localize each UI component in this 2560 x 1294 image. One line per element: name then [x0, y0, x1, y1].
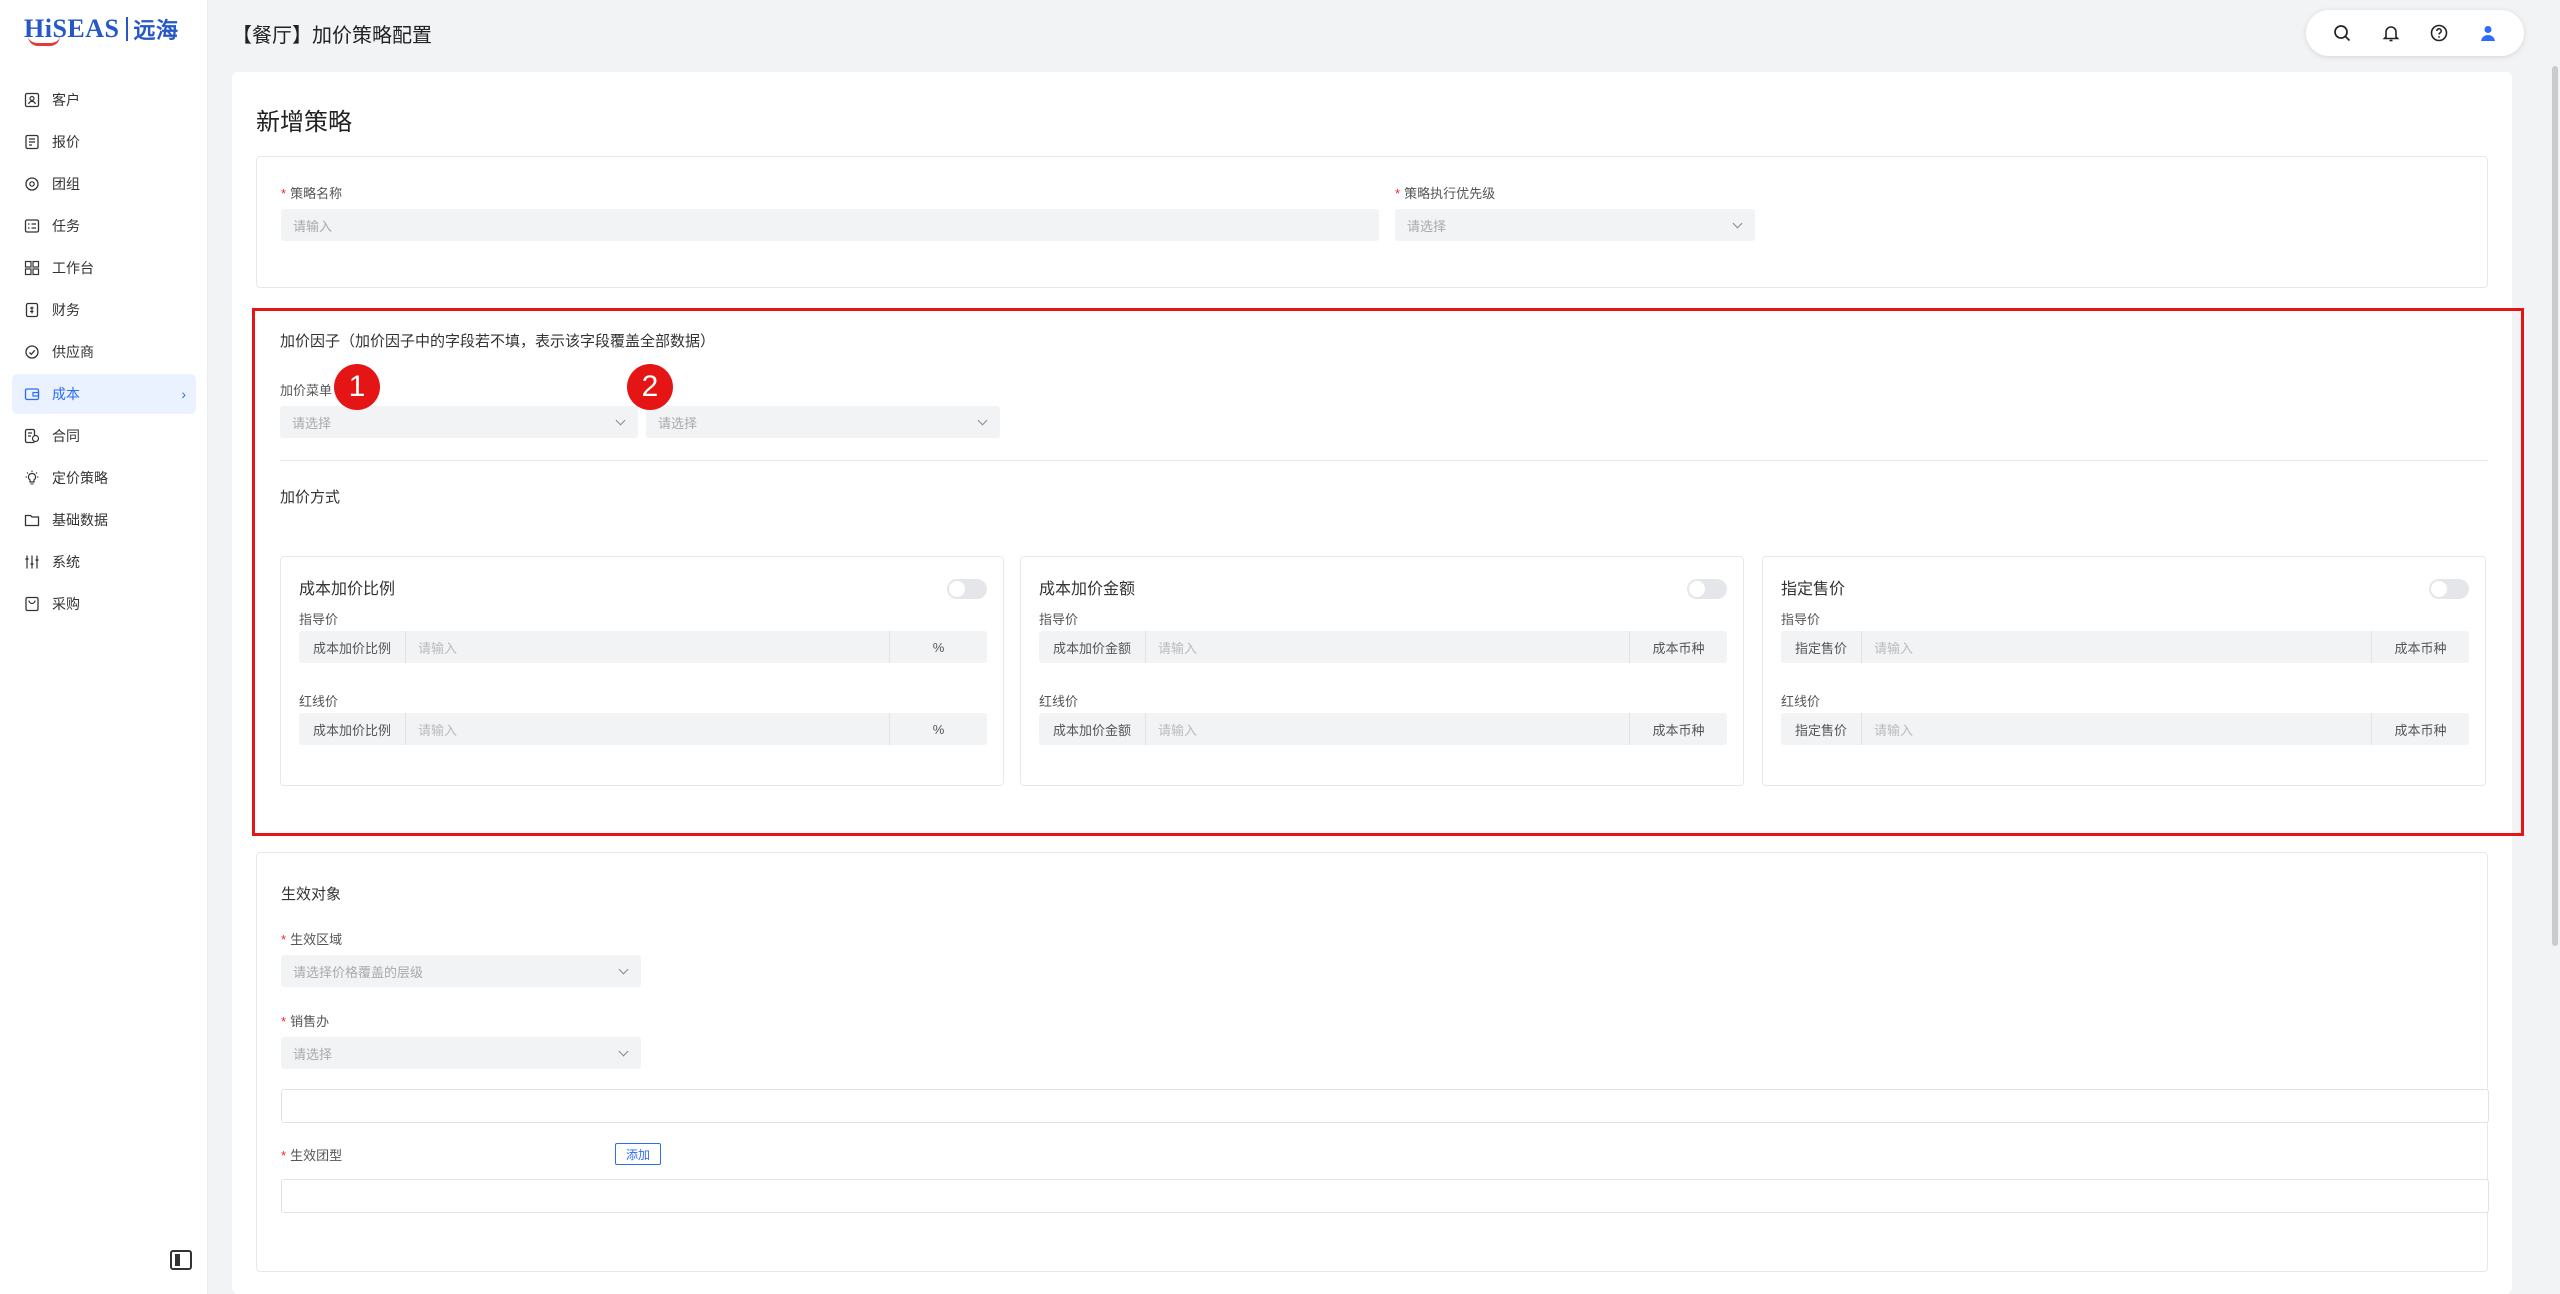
- top-toolbar: [2306, 10, 2524, 56]
- office-selected-field[interactable]: [281, 1089, 2489, 1123]
- top-header: 【餐厅】加价策略配置: [208, 0, 2560, 66]
- brand-name-cn: 远海: [133, 18, 179, 43]
- strategy-name-input[interactable]: 请输入: [281, 209, 1379, 241]
- sidebar-collapse-icon[interactable]: [170, 1250, 192, 1270]
- target-title: 生效对象: [281, 886, 342, 903]
- user-avatar-icon[interactable]: [2477, 22, 2499, 44]
- contract-icon: [24, 428, 40, 444]
- office-label: * 销售办: [281, 1011, 329, 1030]
- sidebar-item-supplier[interactable]: 供应商: [12, 332, 196, 372]
- basic-info-panel: * 策略名称 请输入 * 策略执行优先级 请选择: [256, 156, 2488, 288]
- region-label: * 生效区域: [281, 929, 342, 948]
- annotation-badge-2: 2: [627, 364, 673, 410]
- brand-separator: [125, 17, 128, 41]
- required-mark: *: [281, 1148, 287, 1163]
- sidebar-item-label: 报价: [52, 134, 80, 150]
- sidebar-item-quote[interactable]: 报价: [12, 122, 196, 162]
- sidebar-item-task[interactable]: 任务: [12, 206, 196, 246]
- task-icon: [24, 218, 40, 234]
- annotation-badge-1: 1: [334, 364, 380, 410]
- target-panel: 生效对象 * 生效区域 请选择价格覆盖的层级 * 销售办 请选择 * 生效团型 添加: [256, 852, 2489, 1272]
- bell-icon[interactable]: [2380, 22, 2402, 44]
- sidebar-item-finance[interactable]: 财务: [12, 290, 196, 330]
- sidebar-item-label: 团组: [52, 176, 80, 192]
- chevron-right-icon: ›: [181, 386, 186, 402]
- group-type-field[interactable]: [281, 1179, 2489, 1213]
- sidebar-item-group[interactable]: 团组: [12, 164, 196, 204]
- region-select[interactable]: 请选择价格覆盖的层级: [281, 955, 641, 987]
- section-title: 新增策略: [256, 109, 352, 136]
- region-label-text: 生效区域: [290, 932, 343, 947]
- required-mark: *: [1395, 186, 1401, 201]
- cost-icon: [24, 386, 40, 402]
- quote-icon: [24, 134, 40, 150]
- sidebar-item-label: 供应商: [52, 344, 94, 360]
- group-icon: [24, 176, 40, 192]
- sidebar-item-system[interactable]: 系统: [12, 542, 196, 582]
- priority-label: * 策略执行优先级: [1395, 183, 1495, 202]
- page-scrollbar[interactable]: [2550, 66, 2560, 946]
- system-icon: [24, 554, 40, 570]
- sidebar-item-contract[interactable]: 合同: [12, 416, 196, 456]
- sidebar-item-label: 任务: [52, 218, 80, 234]
- sidebar-item-label: 系统: [52, 554, 80, 570]
- scrollbar-thumb[interactable]: [2552, 66, 2558, 946]
- purchase-icon: [24, 596, 40, 612]
- sidebar-item-label: 采购: [52, 596, 80, 612]
- required-mark: *: [281, 1014, 287, 1029]
- sidebar-item-cost[interactable]: 成本 ›: [12, 374, 196, 414]
- basic-data-icon: [24, 512, 40, 528]
- sidebar-item-purchase[interactable]: 采购: [12, 584, 196, 624]
- group-type-label: * 生效团型: [281, 1145, 342, 1164]
- sidebar-item-workbench[interactable]: 工作台: [12, 248, 196, 288]
- sidebar-item-label: 基础数据: [52, 512, 108, 528]
- office-select[interactable]: 请选择: [281, 1037, 641, 1069]
- sidebar-nav: 客户 报价 团组 任务 工作台 财务 供应商 成本 › 合同 定价策略 基础数据…: [12, 80, 196, 626]
- sidebar-item-label: 客户: [52, 92, 80, 108]
- priority-label-text: 策略执行优先级: [1404, 186, 1496, 201]
- help-icon[interactable]: [2428, 22, 2450, 44]
- customer-icon: [24, 92, 40, 108]
- search-icon[interactable]: [2331, 22, 2353, 44]
- sidebar-item-customer[interactable]: 客户: [12, 80, 196, 120]
- add-group-type-button[interactable]: 添加: [615, 1143, 662, 1165]
- sidebar-item-basic-data[interactable]: 基础数据: [12, 500, 196, 540]
- sidebar: HiSEAS 远海 客户 报价 团组 任务 工作台 财务 供应商 成本 › 合同…: [0, 0, 208, 1294]
- office-label-text: 销售办: [290, 1014, 330, 1029]
- priority-select[interactable]: 请选择: [1395, 209, 1755, 241]
- sidebar-item-label: 工作台: [52, 260, 94, 276]
- required-mark: *: [281, 932, 287, 947]
- strategy-name-label-text: 策略名称: [290, 186, 343, 201]
- brand-smile-icon: [28, 36, 60, 46]
- sidebar-item-label: 合同: [52, 428, 80, 444]
- supplier-icon: [24, 344, 40, 360]
- sidebar-item-label: 成本: [52, 386, 80, 402]
- sidebar-item-label: 财务: [52, 302, 80, 318]
- sidebar-item-label: 定价策略: [52, 470, 108, 486]
- required-mark: *: [281, 186, 287, 201]
- finance-icon: [24, 302, 40, 318]
- highlight-box: [252, 308, 2524, 836]
- pricing-icon: [24, 470, 40, 486]
- sidebar-item-pricing[interactable]: 定价策略: [12, 458, 196, 498]
- group-type-label-text: 生效团型: [290, 1148, 343, 1163]
- workbench-icon: [24, 260, 40, 276]
- strategy-name-label: * 策略名称: [281, 183, 342, 202]
- page-title: 【餐厅】加价策略配置: [232, 24, 432, 47]
